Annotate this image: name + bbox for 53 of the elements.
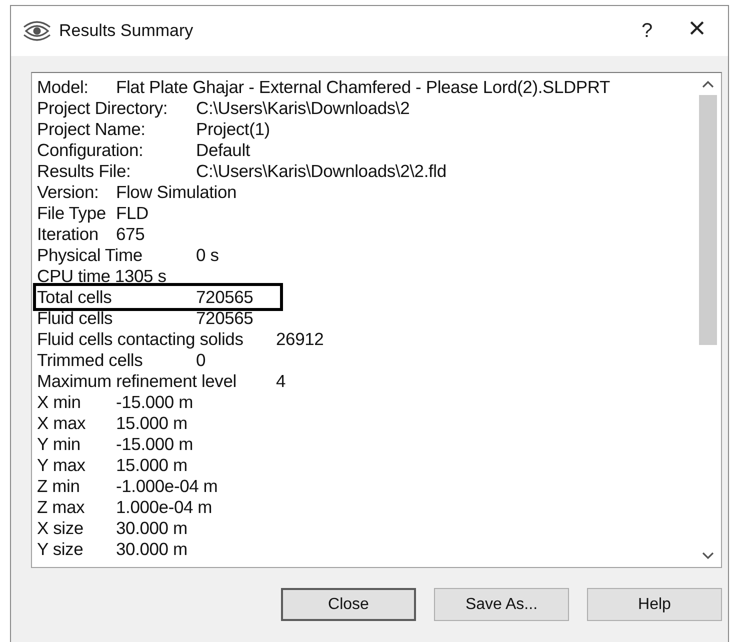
scroll-thumb[interactable] (699, 95, 717, 345)
result-value: 675 (116, 224, 145, 245)
dialog-button[interactable]: Close (281, 588, 416, 621)
dialog-button[interactable]: Save As... (434, 588, 569, 621)
result-label: Project Directory: (37, 98, 169, 119)
result-label: Version: (37, 182, 100, 203)
result-value: 15.000 m (116, 413, 188, 434)
result-label: CPU time 1305 s (37, 266, 166, 287)
dialog-button[interactable]: Help (587, 588, 722, 621)
help-button[interactable]: ? (622, 14, 672, 48)
result-label: Configuration: (37, 140, 144, 161)
result-value: Flow Simulation (116, 182, 237, 203)
result-label: Y min (37, 434, 82, 455)
result-label: Project Name: (37, 119, 146, 140)
result-label: Iteration (37, 224, 100, 245)
result-value: C:\Users\Karis\Downloads\2\2.fld (196, 161, 446, 182)
result-label: Y size (37, 539, 84, 560)
result-label: Y max (37, 455, 86, 476)
result-value: -1.000e-04 m (116, 476, 218, 497)
result-value: FLD (116, 203, 148, 224)
result-value: -15.000 m (116, 434, 193, 455)
result-value: Project(1) (196, 119, 270, 140)
result-label: Z max (37, 497, 86, 518)
result-label: Z min (37, 476, 81, 497)
result-label: Fluid cells contacting solids (37, 329, 244, 350)
result-value: 30.000 m (116, 518, 188, 539)
result-label: Maximum refinement level (37, 371, 238, 392)
result-value: 4 (276, 371, 286, 392)
result-label: Physical Time (37, 245, 144, 266)
window-title: Results Summary (59, 21, 194, 41)
result-label: Total cells (37, 287, 113, 308)
result-label: Model: (37, 77, 90, 98)
result-label: Fluid cells (37, 308, 114, 329)
result-label: File Type (37, 203, 107, 224)
result-value: 15.000 m (116, 455, 188, 476)
result-value: 1.000e-04 m (116, 497, 212, 518)
result-label: X size (37, 518, 84, 539)
result-value: 720565 (196, 287, 254, 308)
result-value: Default (196, 140, 250, 161)
result-value: C:\Users\Karis\Downloads\2 (196, 98, 410, 119)
result-label: Trimmed cells (37, 350, 144, 371)
close-button[interactable]: × (672, 12, 722, 50)
result-value: 30.000 m (116, 539, 188, 560)
result-value: 720565 (196, 308, 254, 329)
result-value: 0 (196, 350, 206, 371)
app-icon (23, 20, 51, 42)
result-value: 0 s (196, 245, 219, 266)
result-label: X max (37, 413, 87, 434)
result-label: Results File: (37, 161, 132, 182)
result-value: -15.000 m (116, 392, 193, 413)
result-label: X min (37, 392, 82, 413)
result-value: 26912 (276, 329, 324, 350)
result-value: Flat Plate Ghajar - External Chamfered - Please Lord(2).SLDPRT (116, 77, 610, 98)
